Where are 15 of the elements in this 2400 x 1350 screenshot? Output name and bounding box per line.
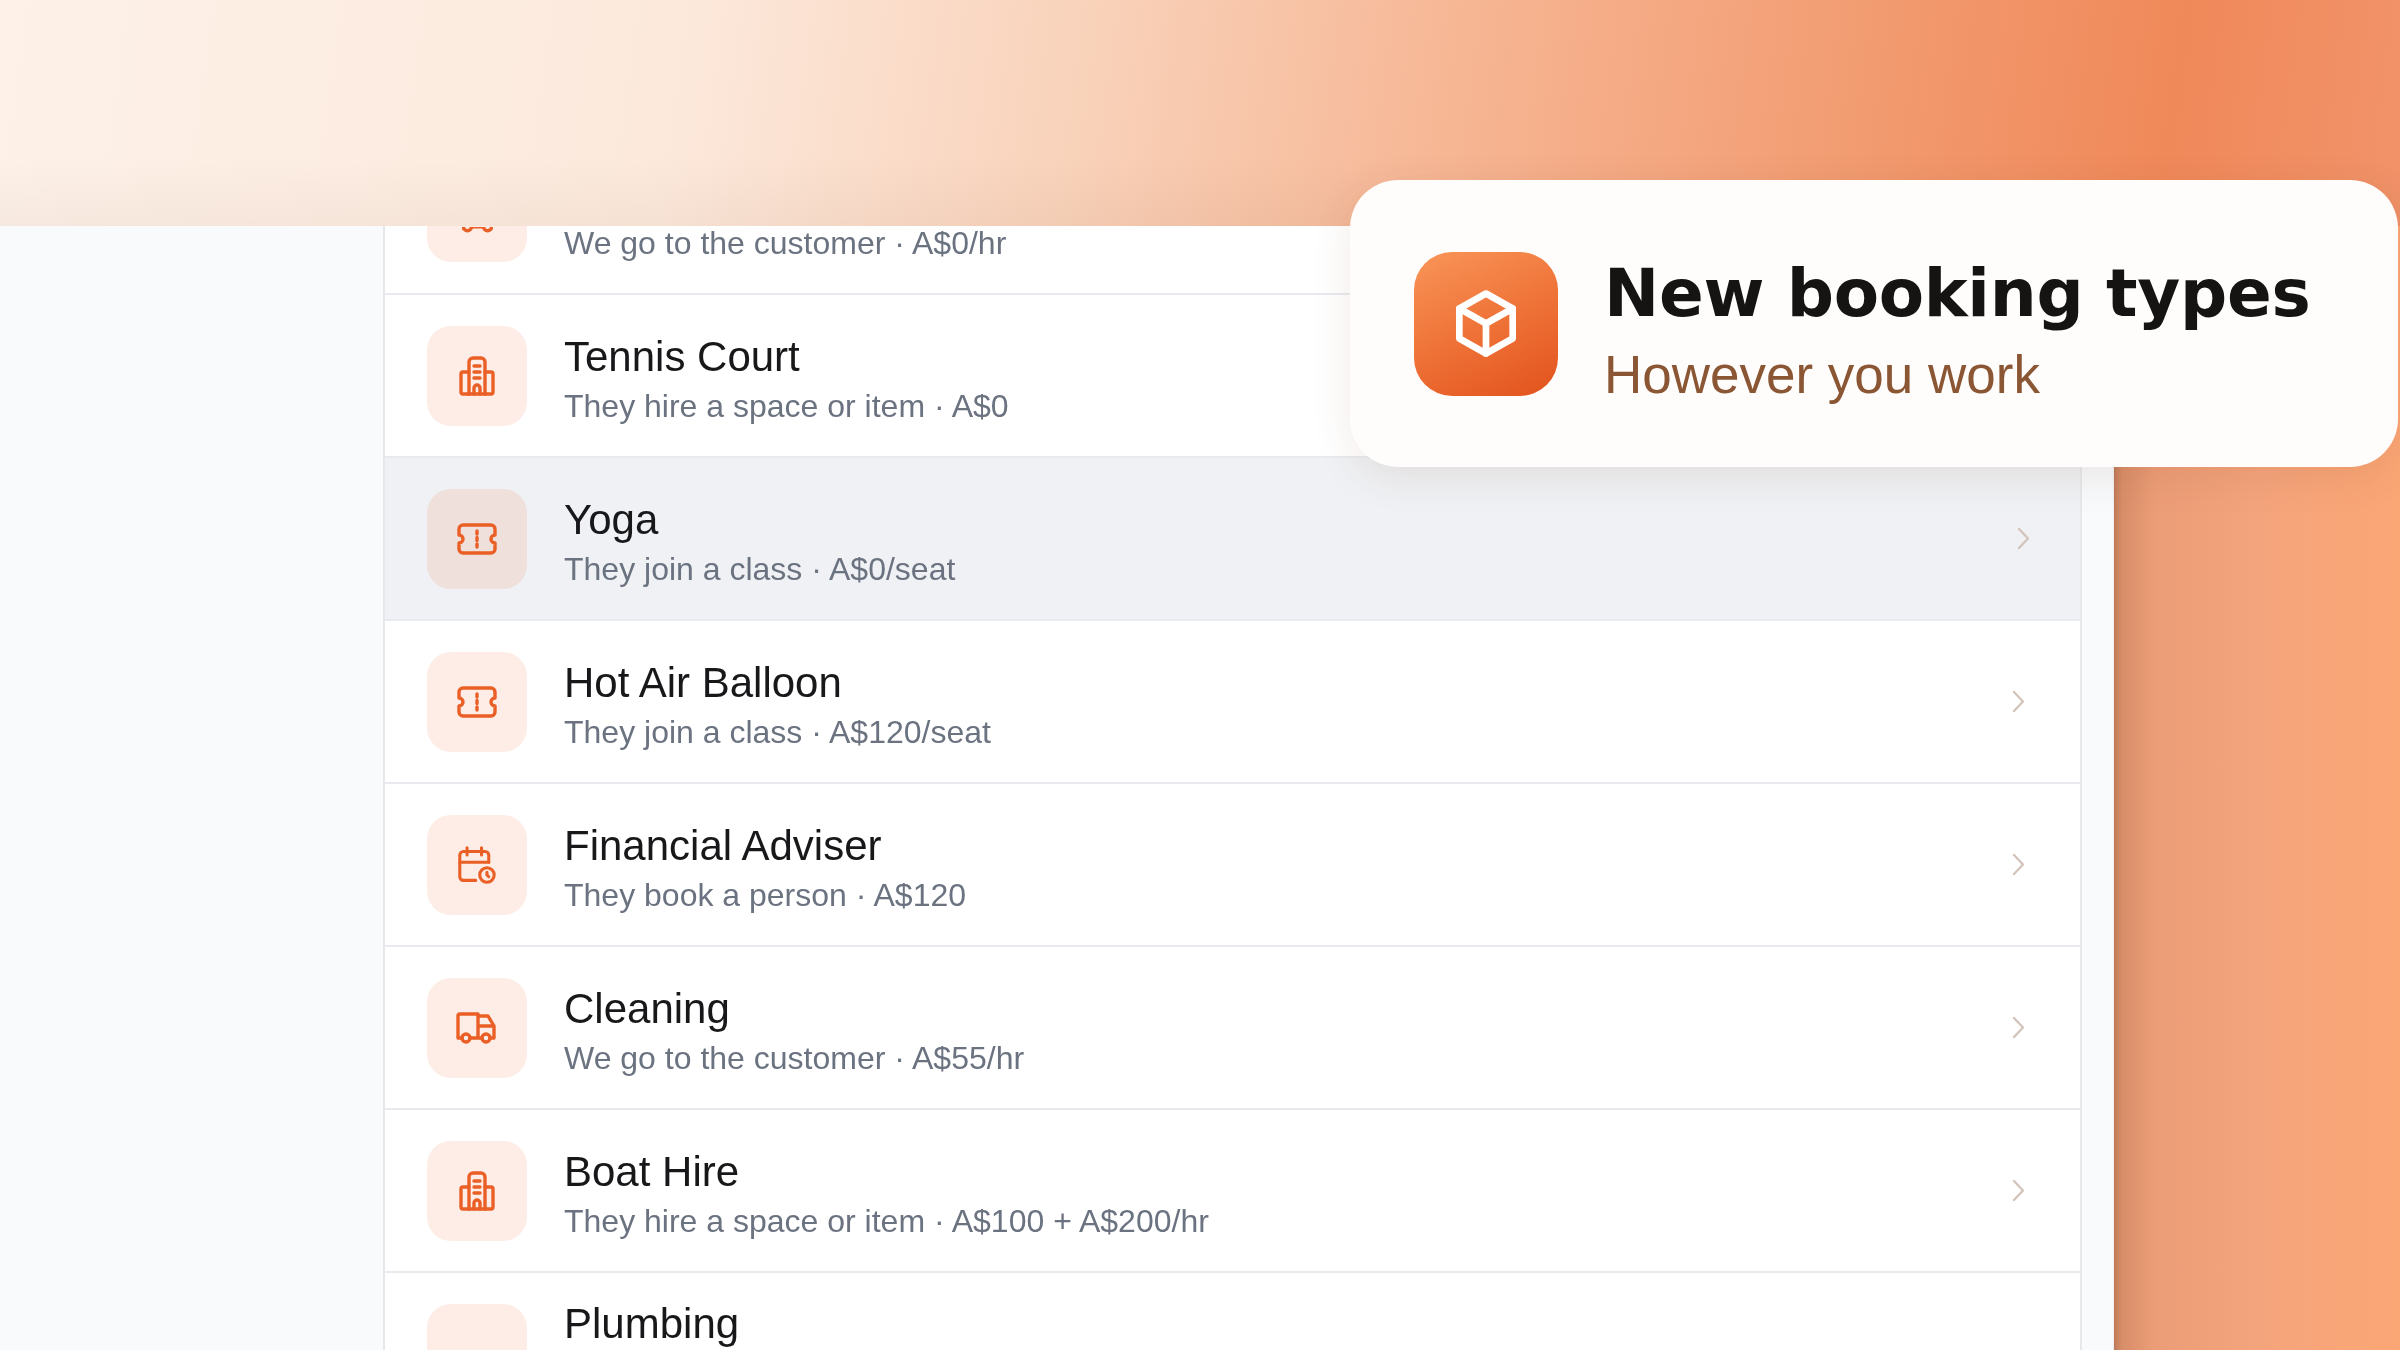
row-subtitle: They join a class · A$0/seat (564, 549, 956, 589)
row-subtitle: They book a person · A$120 (564, 875, 967, 915)
row-title: Financial Adviser (564, 820, 882, 871)
row-subtitle: They hire a space or item · A$0 (564, 386, 1009, 426)
row-subtitle: They join a class · A$120/seat (564, 712, 991, 752)
row-title: Plumbing (564, 1301, 740, 1347)
row-title: Tennis Court (564, 331, 800, 382)
row-subtitle: We go to the customer · A$0/hr (564, 226, 1007, 260)
row-title: Yoga (564, 494, 659, 545)
row-title: Hot Air Balloon (564, 657, 842, 708)
row-subtitle: They hire a space or item · A$100 + A$200/hr (564, 1201, 1209, 1241)
row-title: Cleaning (564, 983, 730, 1034)
toast-subtitle: However you work (1604, 344, 2040, 405)
row-title: Boat Hire (564, 1146, 740, 1197)
row-subtitle: We go to the customer · A$55/hr (564, 1038, 1025, 1078)
